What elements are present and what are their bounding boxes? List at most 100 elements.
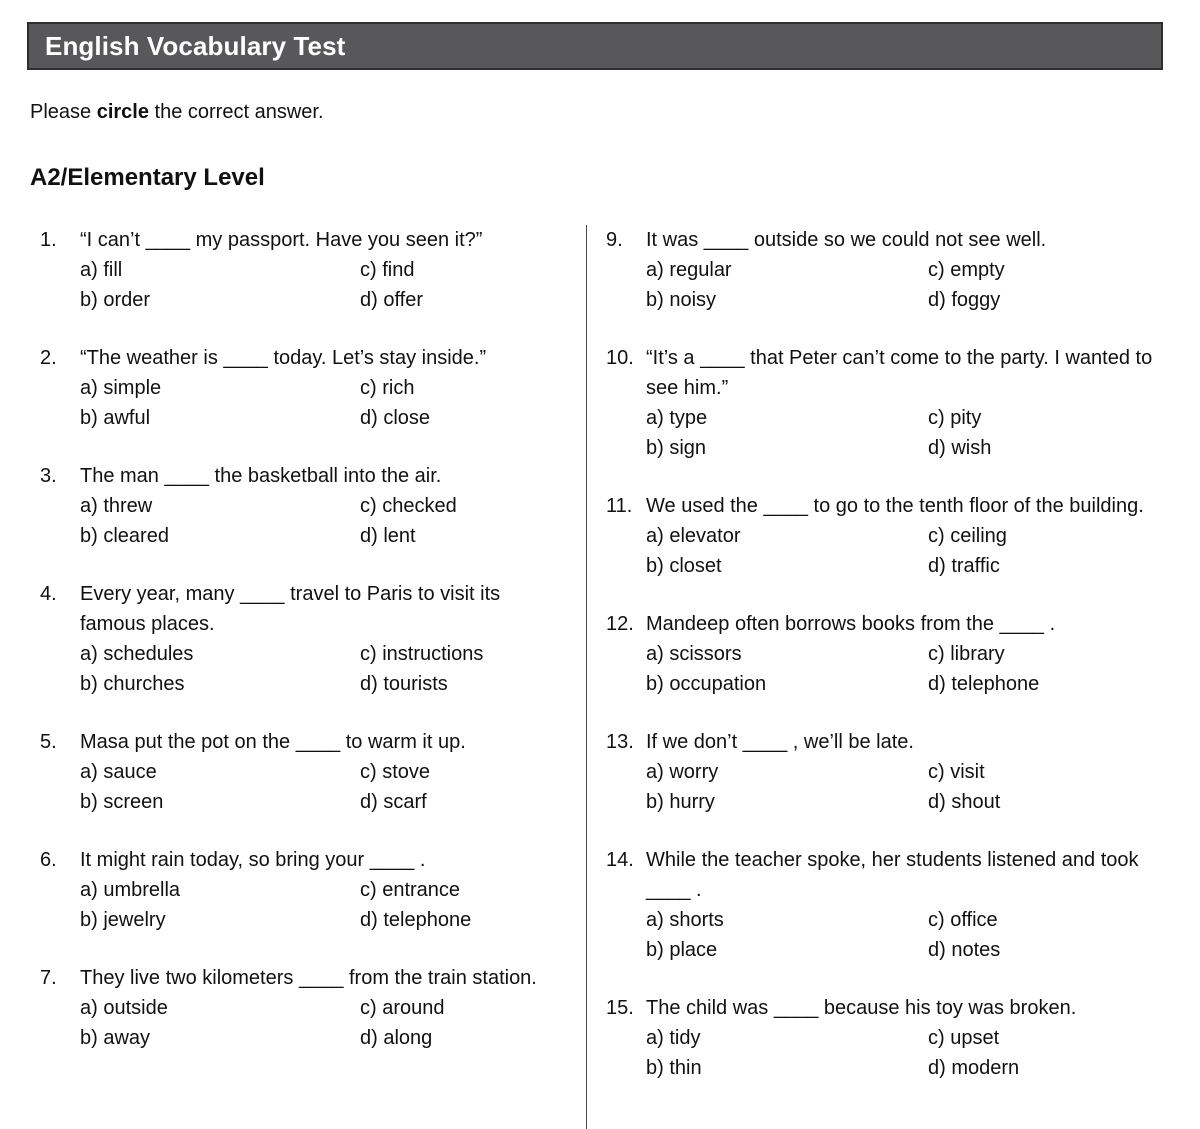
- answer-option-c[interactable]: c) pity: [928, 403, 981, 433]
- instruction-emphasis: circle: [96, 101, 149, 123]
- answer-option-b[interactable]: b) screen: [80, 787, 360, 817]
- question-prompt: 4. Every year, many ____ travel to Paris …: [40, 579, 570, 639]
- question-text: If we don’t ____ , we’ll be late.: [646, 731, 914, 753]
- answer-option-a[interactable]: a) simple: [80, 373, 360, 403]
- question-number: 13.: [606, 731, 634, 753]
- question-item: 1. “I can’t ____ my passport. Have you se…: [40, 225, 570, 315]
- answer-option-row: a) scissors c) library: [646, 639, 1166, 669]
- answer-option-d[interactable]: d) tourists: [360, 669, 448, 699]
- answer-option-b[interactable]: b) place: [646, 935, 928, 965]
- answer-options: a) elevator c) ceiling b) closet d) traffic: [606, 521, 1166, 581]
- answer-option-row: a) worry c) visit: [646, 757, 1166, 787]
- answer-option-row: a) simple c) rich: [80, 373, 570, 403]
- answer-option-d[interactable]: d) shout: [928, 787, 1000, 817]
- question-item: 10. “It’s a ____ that Peter can’t come to…: [606, 343, 1166, 463]
- answer-option-d[interactable]: d) wish: [928, 433, 991, 463]
- answer-option-b[interactable]: b) closet: [646, 551, 928, 581]
- question-prompt: 1. “I can’t ____ my passport. Have you se…: [40, 225, 570, 255]
- answer-option-a[interactable]: a) sauce: [80, 757, 360, 787]
- answer-option-b[interactable]: b) order: [80, 285, 360, 315]
- answer-options: a) scissors c) library b) occupation d) tel…: [606, 639, 1166, 699]
- question-column-right: 9. It was ____ outside so we could not se…: [606, 225, 1166, 1111]
- answer-option-d[interactable]: d) close: [360, 403, 430, 433]
- answer-option-row: b) place d) notes: [646, 935, 1166, 965]
- question-number: 15.: [606, 997, 634, 1019]
- answer-option-row: a) tidy c) upset: [646, 1023, 1166, 1053]
- answer-option-b[interactable]: b) cleared: [80, 521, 360, 551]
- answer-option-c[interactable]: c) stove: [360, 757, 430, 787]
- question-text: “It’s a ____ that Peter can’t come to th…: [646, 347, 1153, 399]
- question-prompt: 11. We used the ____ to go to the tenth f…: [606, 491, 1166, 521]
- answer-option-a[interactable]: a) schedules: [80, 639, 360, 669]
- answer-option-row: a) shorts c) office: [646, 905, 1166, 935]
- answer-option-c[interactable]: c) empty: [928, 255, 1005, 285]
- answer-option-c[interactable]: c) instructions: [360, 639, 483, 669]
- question-text: We used the ____ to go to the tenth floo…: [646, 495, 1144, 517]
- answer-option-a[interactable]: a) outside: [80, 993, 360, 1023]
- question-number: 6.: [40, 849, 57, 871]
- answer-option-a[interactable]: a) type: [646, 403, 928, 433]
- answer-option-row: a) type c) pity: [646, 403, 1166, 433]
- answer-option-a[interactable]: a) scissors: [646, 639, 928, 669]
- answer-option-row: a) threw c) checked: [80, 491, 570, 521]
- answer-option-a[interactable]: a) threw: [80, 491, 360, 521]
- answer-option-b[interactable]: b) sign: [646, 433, 928, 463]
- answer-option-b[interactable]: b) churches: [80, 669, 360, 699]
- answer-option-d[interactable]: d) lent: [360, 521, 416, 551]
- instruction-line: Please circle the correct answer.: [30, 99, 324, 125]
- answer-options: a) simple c) rich b) awful d) close: [40, 373, 570, 433]
- question-number: 9.: [606, 229, 623, 251]
- answer-option-d[interactable]: d) telephone: [928, 669, 1039, 699]
- answer-option-b[interactable]: b) noisy: [646, 285, 928, 315]
- answer-option-a[interactable]: a) worry: [646, 757, 928, 787]
- answer-option-a[interactable]: a) regular: [646, 255, 928, 285]
- question-item: 13. If we don’t ____ , we’ll be late. a) w…: [606, 727, 1166, 817]
- answer-option-b[interactable]: b) awful: [80, 403, 360, 433]
- answer-options: a) schedules c) instructions b) churches d)…: [40, 639, 570, 699]
- answer-option-b[interactable]: b) away: [80, 1023, 360, 1053]
- answer-option-a[interactable]: a) shorts: [646, 905, 928, 935]
- answer-option-c[interactable]: c) rich: [360, 373, 414, 403]
- answer-options: a) threw c) checked b) cleared d) lent: [40, 491, 570, 551]
- answer-option-c[interactable]: c) find: [360, 255, 414, 285]
- answer-option-a[interactable]: a) tidy: [646, 1023, 928, 1053]
- question-item: 15. The child was ____ because his toy wa…: [606, 993, 1166, 1083]
- answer-option-d[interactable]: d) scarf: [360, 787, 427, 817]
- answer-option-c[interactable]: c) around: [360, 993, 445, 1023]
- question-item: 5. Masa put the pot on the ____ to warm i…: [40, 727, 570, 817]
- answer-option-d[interactable]: d) modern: [928, 1053, 1019, 1083]
- answer-option-c[interactable]: c) library: [928, 639, 1005, 669]
- question-prompt: 3. The man ____ the basketball into the a…: [40, 461, 570, 491]
- answer-option-d[interactable]: d) traffic: [928, 551, 1000, 581]
- question-prompt: 12. Mandeep often borrows books from the …: [606, 609, 1166, 639]
- question-number: 4.: [40, 583, 57, 605]
- answer-option-a[interactable]: a) umbrella: [80, 875, 360, 905]
- answer-option-b[interactable]: b) occupation: [646, 669, 928, 699]
- answer-option-b[interactable]: b) hurry: [646, 787, 928, 817]
- answer-option-d[interactable]: d) along: [360, 1023, 432, 1053]
- answer-option-a[interactable]: a) fill: [80, 255, 360, 285]
- answer-option-row: a) umbrella c) entrance: [80, 875, 570, 905]
- answer-option-c[interactable]: c) upset: [928, 1023, 999, 1053]
- answer-option-row: b) sign d) wish: [646, 433, 1166, 463]
- question-number: 10.: [606, 347, 634, 369]
- question-text: Mandeep often borrows books from the ___…: [646, 613, 1056, 635]
- answer-option-a[interactable]: a) elevator: [646, 521, 928, 551]
- answer-option-c[interactable]: c) visit: [928, 757, 985, 787]
- answer-option-b[interactable]: b) thin: [646, 1053, 928, 1083]
- answer-option-b[interactable]: b) jewelry: [80, 905, 360, 935]
- instruction-after: the correct answer.: [148, 101, 324, 123]
- answer-option-c[interactable]: c) office: [928, 905, 998, 935]
- question-text: The child was ____ because his toy was b…: [646, 997, 1077, 1019]
- answer-option-row: a) sauce c) stove: [80, 757, 570, 787]
- column-divider: [586, 225, 587, 1129]
- answer-option-c[interactable]: c) checked: [360, 491, 457, 521]
- answer-option-d[interactable]: d) offer: [360, 285, 423, 315]
- answer-option-d[interactable]: d) notes: [928, 935, 1000, 965]
- answer-option-d[interactable]: d) foggy: [928, 285, 1000, 315]
- answer-option-c[interactable]: c) entrance: [360, 875, 460, 905]
- question-item: 14. While the teacher spoke, her students…: [606, 845, 1166, 965]
- answer-option-d[interactable]: d) telephone: [360, 905, 471, 935]
- answer-option-row: a) schedules c) instructions: [80, 639, 570, 669]
- answer-option-c[interactable]: c) ceiling: [928, 521, 1007, 551]
